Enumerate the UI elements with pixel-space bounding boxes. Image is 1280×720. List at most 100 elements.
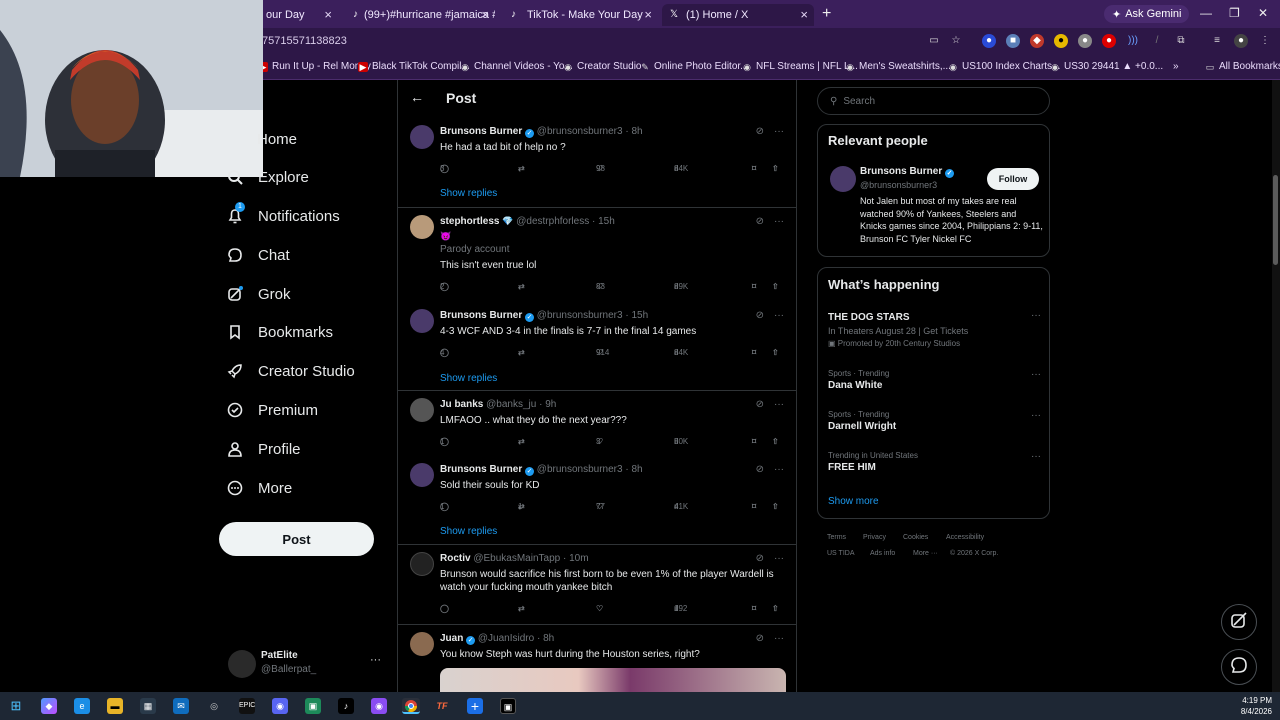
author-handle[interactable]: @banks_ju bbox=[486, 399, 536, 410]
bookmark-item[interactable]: ◉ Creator Studio bbox=[563, 61, 641, 72]
bookmark-item[interactable]: ✎ Online Photo Editor... bbox=[640, 61, 748, 72]
views-button[interactable]: ıl 84K bbox=[674, 164, 688, 173]
author-handle[interactable]: @brunsonsburner3 bbox=[537, 464, 623, 475]
bookmark-button[interactable]: ⌑ bbox=[752, 437, 756, 446]
retweet-button[interactable]: ⇄ bbox=[518, 164, 525, 173]
sidebar-item-grok[interactable]: Grok bbox=[226, 282, 291, 306]
footer-link[interactable]: Cookies bbox=[903, 534, 928, 541]
footer-link[interactable]: Accessibility bbox=[946, 534, 984, 541]
retweet-button[interactable]: ⇄ bbox=[518, 282, 525, 291]
account-switcher[interactable]: PatElite @Ballerpat_ ··· bbox=[228, 648, 388, 682]
like-button[interactable]: ♡ 98 bbox=[596, 164, 605, 173]
app-icon[interactable]: ▣ bbox=[500, 698, 516, 714]
extension-icon[interactable]: ● bbox=[1102, 34, 1116, 48]
app-icon[interactable]: ◎ bbox=[206, 698, 222, 714]
like-button[interactable]: ♡ 83 bbox=[596, 282, 605, 291]
timestamp[interactable]: 8h bbox=[543, 633, 554, 644]
retweet-button[interactable]: ⇄ 1 bbox=[518, 502, 525, 511]
sidebar-item-explore[interactable]: Explore bbox=[226, 165, 309, 189]
file-explorer-icon[interactable]: ▬ bbox=[107, 698, 123, 714]
post-button[interactable]: Post bbox=[219, 522, 374, 556]
reply-button[interactable]: ◯ 1 bbox=[440, 502, 449, 511]
bookmarks-overflow-icon[interactable]: » bbox=[1173, 61, 1179, 72]
extension-icon[interactable]: ● bbox=[1054, 34, 1068, 48]
share-button[interactable]: ⇧ bbox=[772, 437, 779, 446]
app-icon[interactable]: ▣ bbox=[305, 698, 321, 714]
grok-icon[interactable]: ⊘ bbox=[756, 464, 764, 475]
retweet-button[interactable]: ⇄ bbox=[518, 604, 525, 613]
close-icon[interactable]: × bbox=[644, 7, 652, 22]
follow-button[interactable]: Follow bbox=[987, 168, 1039, 190]
bookmark-item[interactable]: ◉ Men's Sweatshirts,... bbox=[845, 61, 951, 72]
close-icon[interactable]: × bbox=[800, 7, 808, 22]
share-button[interactable]: ⇧ bbox=[772, 164, 779, 173]
tab-search-icon[interactable]: ≡ bbox=[1210, 34, 1224, 48]
bookmark-button[interactable]: ⌑ bbox=[752, 164, 756, 173]
more-icon[interactable]: ··· bbox=[370, 654, 381, 666]
show-more-link[interactable]: Show more bbox=[828, 496, 879, 507]
extension-icon[interactable]: / bbox=[1150, 34, 1164, 48]
ask-gemini-button[interactable]: ✦ Ask Gemini bbox=[1104, 5, 1190, 23]
mail-icon[interactable]: ✉ bbox=[173, 698, 189, 714]
copilot-icon[interactable]: ◆ bbox=[41, 698, 57, 714]
views-button[interactable]: ıl 41K bbox=[674, 502, 688, 511]
share-button[interactable]: ⇧ bbox=[772, 604, 779, 613]
reply-button[interactable]: ◯ 4 bbox=[440, 348, 449, 357]
app-icon[interactable]: TF bbox=[434, 698, 450, 714]
avatar[interactable] bbox=[410, 552, 434, 576]
avatar[interactable] bbox=[410, 632, 434, 656]
bookmark-item[interactable]: ▶Run It Up - Rel Money bbox=[258, 61, 371, 72]
more-icon[interactable]: ··· bbox=[1031, 451, 1041, 462]
grok-icon[interactable]: ⊘ bbox=[756, 399, 764, 410]
bookmark-button[interactable]: ⌑ bbox=[752, 348, 756, 357]
extension-icon[interactable]: ◆ bbox=[1030, 34, 1044, 48]
store-icon[interactable]: ▦ bbox=[140, 698, 156, 714]
bookmark-button[interactable]: ⌑ bbox=[752, 502, 756, 511]
back-arrow-icon[interactable]: ← bbox=[410, 89, 424, 105]
grok-icon[interactable]: ⊘ bbox=[756, 553, 764, 564]
chrome-icon[interactable] bbox=[402, 698, 420, 714]
author-name[interactable]: Ju banks bbox=[440, 399, 483, 410]
footer-link[interactable]: Ads info bbox=[870, 550, 895, 557]
footer-link[interactable]: More ··· bbox=[913, 550, 938, 557]
person-name[interactable]: Brunsons Burner ✓ bbox=[860, 166, 955, 178]
epic-games-icon[interactable]: EPIC bbox=[239, 698, 255, 714]
avatar[interactable] bbox=[410, 463, 434, 487]
sidebar-item-profile[interactable]: Profile bbox=[226, 437, 301, 461]
author-name[interactable]: Juan bbox=[440, 633, 463, 644]
more-icon[interactable]: ··· bbox=[774, 126, 784, 137]
more-icon[interactable]: ··· bbox=[1031, 369, 1041, 380]
close-window-icon[interactable]: ✕ bbox=[1258, 6, 1268, 20]
close-icon[interactable]: × bbox=[481, 7, 489, 22]
author-name[interactable]: Brunsons Burner bbox=[440, 310, 522, 321]
retweet-button[interactable]: ⇄ bbox=[518, 437, 525, 446]
grok-icon[interactable]: ⊘ bbox=[756, 633, 764, 644]
more-icon[interactable]: ··· bbox=[774, 464, 784, 475]
author-handle[interactable]: @brunsonsburner3 bbox=[537, 310, 623, 321]
person-handle[interactable]: @brunsonsburner3 bbox=[860, 180, 937, 190]
timestamp[interactable]: 8h bbox=[631, 126, 642, 137]
extension-icon[interactable]: ■ bbox=[1006, 34, 1020, 48]
url-text[interactable]: 75715571138823 bbox=[262, 35, 347, 47]
share-button[interactable]: ⇧ bbox=[772, 348, 779, 357]
views-button[interactable]: ıl 89K bbox=[674, 282, 688, 291]
search-input[interactable]: ⚲ Search bbox=[817, 87, 1050, 115]
like-button[interactable]: ♡ bbox=[596, 604, 603, 613]
author-handle[interactable]: @JuanIsidro bbox=[478, 633, 534, 644]
share-button[interactable]: ⇧ bbox=[772, 282, 779, 291]
reply-button[interactable]: ◯ 1 bbox=[440, 437, 449, 446]
bookmark-item[interactable]: ◉ NFL Streams | NFL L... bbox=[742, 61, 858, 72]
extension-icon[interactable]: ● bbox=[1078, 34, 1092, 48]
avatar[interactable] bbox=[410, 125, 434, 149]
author-name[interactable]: Brunsons Burner bbox=[440, 464, 522, 475]
sidebar-item-creator-studio[interactable]: Creator Studio bbox=[226, 359, 355, 383]
trend-item[interactable]: Trending in United States FREE HIM ··· bbox=[828, 451, 1043, 473]
tab-1[interactable]: our Day × bbox=[258, 4, 338, 26]
trend-item[interactable]: Sports · Trending Dana White ··· bbox=[828, 369, 1043, 391]
grok-icon[interactable]: ⊘ bbox=[756, 216, 764, 227]
more-icon[interactable]: ··· bbox=[774, 633, 784, 644]
sidebar-item-chat[interactable]: Chat bbox=[226, 243, 290, 267]
star-icon[interactable]: ☆ bbox=[949, 34, 963, 48]
footer-link[interactable]: Terms bbox=[827, 534, 846, 541]
author-handle[interactable]: @destrphforless bbox=[516, 216, 589, 227]
